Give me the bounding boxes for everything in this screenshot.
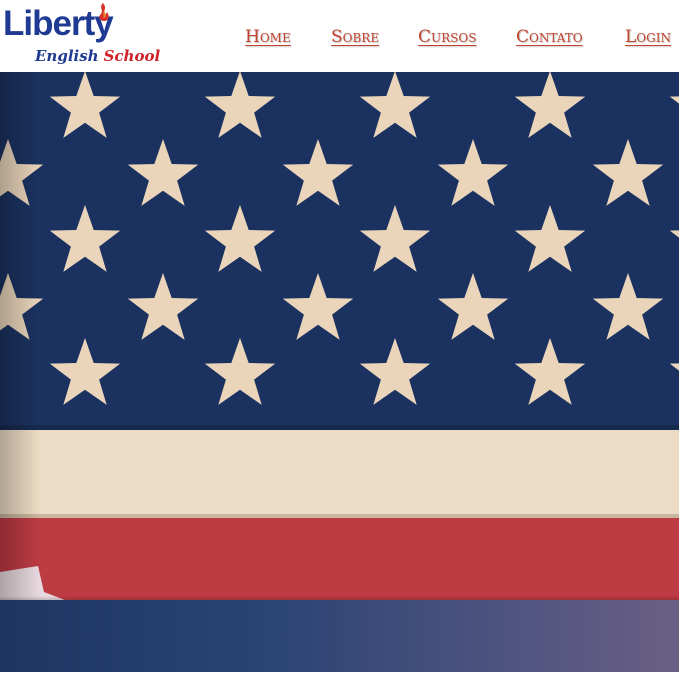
- hero-left-shade: [0, 72, 40, 602]
- site-header: Liberty English School Home Sobre Cursos …: [0, 0, 679, 72]
- nav-login-link[interactable]: Login: [625, 27, 671, 47]
- page-bottom: [0, 672, 679, 690]
- flame-icon: [99, 3, 109, 21]
- hero-bottom-strip: [0, 600, 679, 672]
- nav-contato-link[interactable]: Contato: [516, 27, 583, 47]
- nav-sobre-link[interactable]: Sobre: [331, 27, 379, 47]
- nav-home-link[interactable]: Home: [245, 27, 291, 47]
- main-nav: Home Sobre Cursos Contato Login: [0, 27, 679, 51]
- logo-subtitle: English School: [35, 49, 160, 64]
- nav-cursos-link[interactable]: Cursos: [418, 27, 476, 47]
